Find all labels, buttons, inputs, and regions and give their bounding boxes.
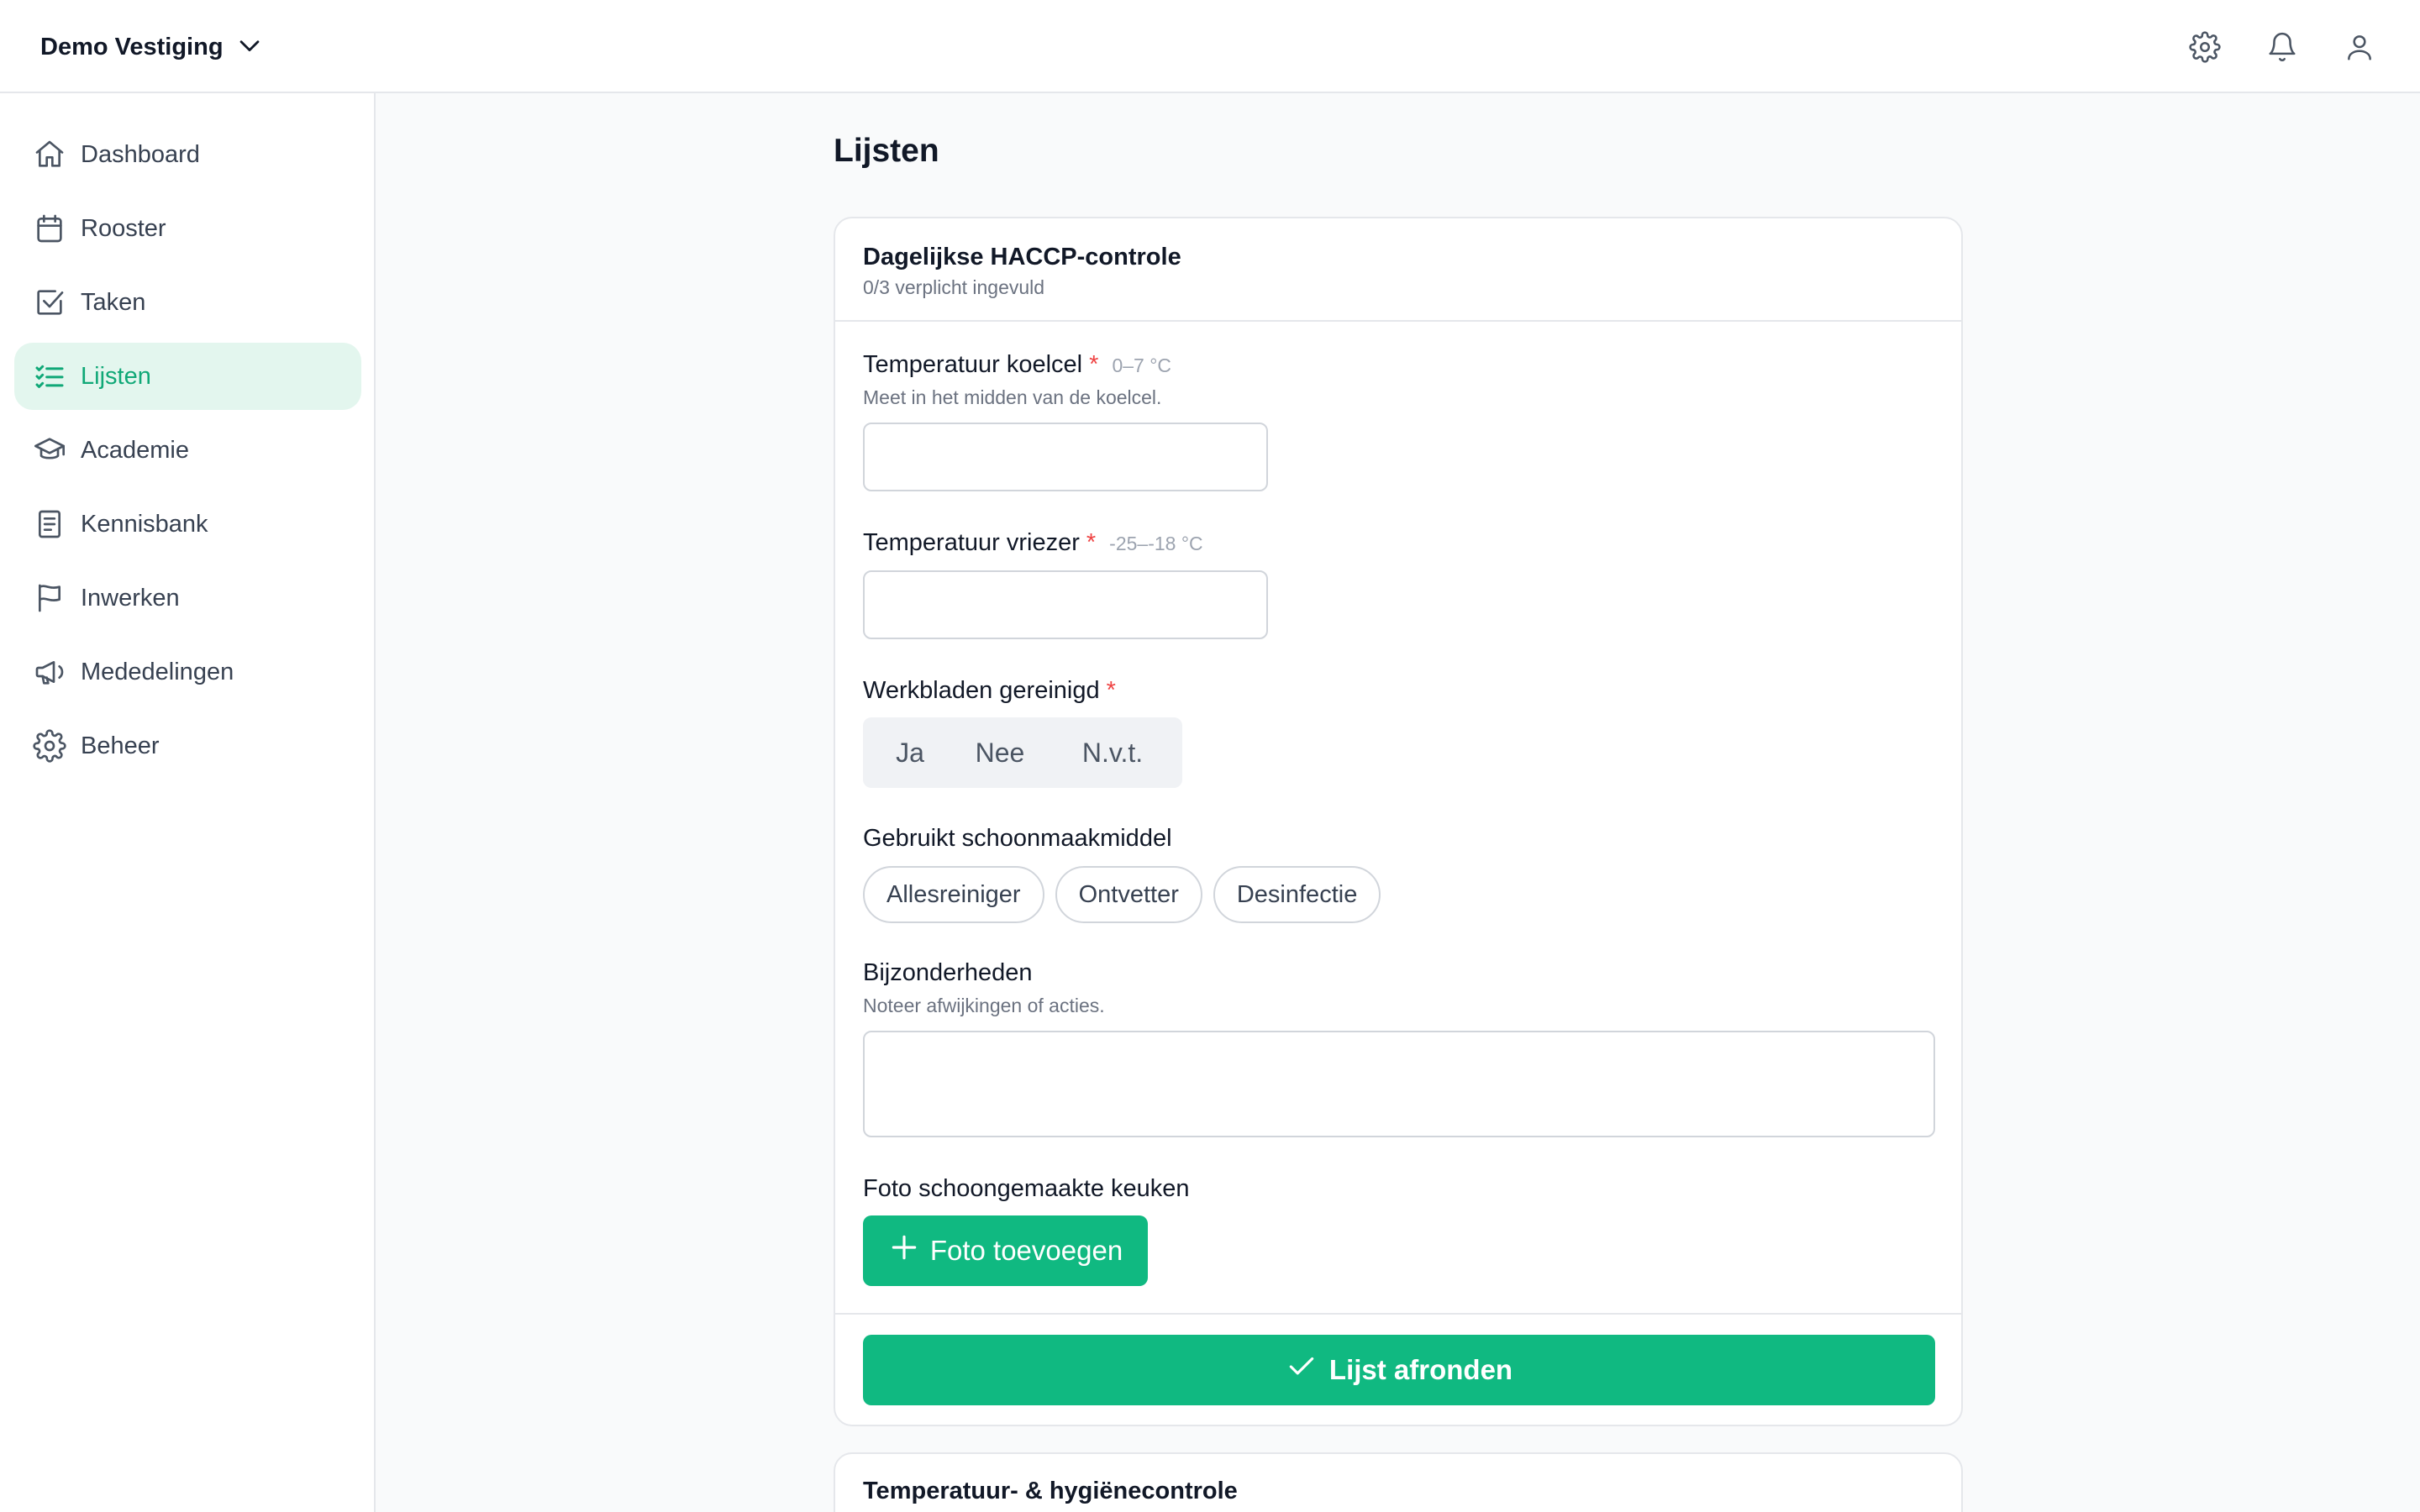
field-label-text: Temperatuur koelcel [863, 351, 1083, 378]
werkbladen-label: Werkbladen gereinigd * [863, 677, 1116, 705]
chevron-down-icon [235, 31, 264, 64]
sidebar-item-label: Rooster [81, 214, 166, 242]
divider [835, 1313, 1961, 1315]
flag-icon [33, 581, 66, 615]
foto-label: Foto schoongemaakte keuken [863, 1175, 1190, 1202]
sidebar-item-label: Inwerken [81, 584, 180, 612]
finish-list-button[interactable]: Lijst afronden [863, 1335, 1935, 1405]
range-hint: 0–7 °C [1112, 354, 1172, 376]
koelcel-label: Temperatuur koelcel * 0–7 °C [863, 351, 1171, 379]
checklist-title: Temperatuur- & hygiënecontrole [863, 1478, 1238, 1504]
bell-icon[interactable] [2262, 27, 2302, 67]
plus-icon [888, 1231, 920, 1270]
add-photo-button[interactable]: Foto toevoegen [863, 1215, 1148, 1286]
check-icon [1286, 1351, 1318, 1389]
range-hint: -25–-18 °C [1109, 533, 1203, 554]
page-title: Lijsten [834, 133, 939, 169]
add-photo-label: Foto toevoegen [929, 1235, 1123, 1266]
required-marker: * [1106, 677, 1116, 704]
user-icon[interactable] [2339, 27, 2380, 67]
required-marker: * [1089, 351, 1099, 378]
sidebar-item-label: Lijsten [81, 362, 151, 390]
sidebar-item-label: Kennisbank [81, 510, 208, 538]
top-bar: Demo Vestiging [0, 0, 2420, 93]
megaphone-icon [33, 655, 66, 689]
vriezer-input[interactable] [863, 570, 1268, 639]
koelcel-help: Meet in het midden van de koelcel. [863, 386, 1162, 408]
field-label-text: Temperatuur vriezer [863, 529, 1080, 556]
sidebar-item-rooster[interactable]: Rooster [14, 195, 361, 262]
sidebar-item-label: Academie [81, 436, 189, 464]
chip-allesreiniger[interactable]: Allesreiniger [863, 866, 1044, 923]
sidebar: Dashboard Rooster Taken Lijsten Academie… [0, 93, 376, 1512]
schoonmaakmiddel-label: Gebruikt schoonmaakmiddel [863, 825, 1172, 852]
calendar-icon [33, 212, 66, 245]
sidebar-item-taken[interactable]: Taken [14, 269, 361, 336]
bijzonderheden-help: Noteer afwijkingen of acties. [863, 995, 1105, 1016]
sidebar-item-label: Dashboard [81, 140, 200, 168]
sidebar-item-inwerken[interactable]: Inwerken [14, 564, 361, 632]
option-ja[interactable]: Ja [868, 722, 952, 783]
checklist-title: Dagelijkse HACCP-controle [863, 244, 1181, 270]
sidebar-item-label: Taken [81, 288, 146, 316]
graduation-cap-icon [33, 433, 66, 467]
location-name: Demo Vestiging [40, 33, 224, 60]
bijzonderheden-textarea[interactable] [863, 1031, 1935, 1137]
sidebar-item-mededelingen[interactable]: Mededelingen [14, 638, 361, 706]
sidebar-item-academie[interactable]: Academie [14, 417, 361, 484]
checklist-header: Dagelijkse HACCP-controle 0/3 verplicht … [835, 218, 1961, 322]
gear-icon[interactable] [2185, 27, 2225, 67]
bijzonderheden-label: Bijzonderheden [863, 959, 1033, 986]
sidebar-item-kennisbank[interactable]: Kennisbank [14, 491, 361, 558]
schoonmaakmiddel-options: Allesreiniger Ontvetter Desinfectie [863, 866, 1381, 923]
location-switcher[interactable]: Demo Vestiging [40, 29, 264, 66]
vriezer-label: Temperatuur vriezer * -25–-18 °C [863, 529, 1203, 557]
field-label-text: Werkbladen gereinigd [863, 677, 1100, 704]
sidebar-item-label: Beheer [81, 732, 160, 759]
werkbladen-segmented-control: Ja Nee N.v.t. [863, 717, 1182, 788]
chip-desinfectie[interactable]: Desinfectie [1213, 866, 1381, 923]
required-marker: * [1086, 529, 1097, 556]
checklist-card: Dagelijkse HACCP-controle 0/3 verplicht … [834, 217, 1963, 1426]
option-nvt[interactable]: N.v.t. [1048, 722, 1177, 783]
book-icon [33, 507, 66, 541]
finish-list-label: Lijst afronden [1328, 1354, 1513, 1385]
gear-icon [33, 729, 66, 763]
checkbox-icon [33, 286, 66, 319]
sidebar-item-dashboard[interactable]: Dashboard [14, 121, 361, 188]
koelcel-input[interactable] [863, 423, 1268, 491]
sidebar-item-beheer[interactable]: Beheer [14, 712, 361, 780]
list-check-icon [33, 360, 66, 393]
home-icon [33, 138, 66, 171]
checklist-card-2[interactable]: Temperatuur- & hygiënecontrole [834, 1452, 1963, 1512]
sidebar-item-label: Mededelingen [81, 658, 234, 685]
checklist-progress: 0/3 verplicht ingevuld [863, 276, 1045, 298]
option-nee[interactable]: Nee [952, 722, 1048, 783]
chip-ontvetter[interactable]: Ontvetter [1055, 866, 1202, 923]
sidebar-item-lijsten[interactable]: Lijsten [14, 343, 361, 410]
